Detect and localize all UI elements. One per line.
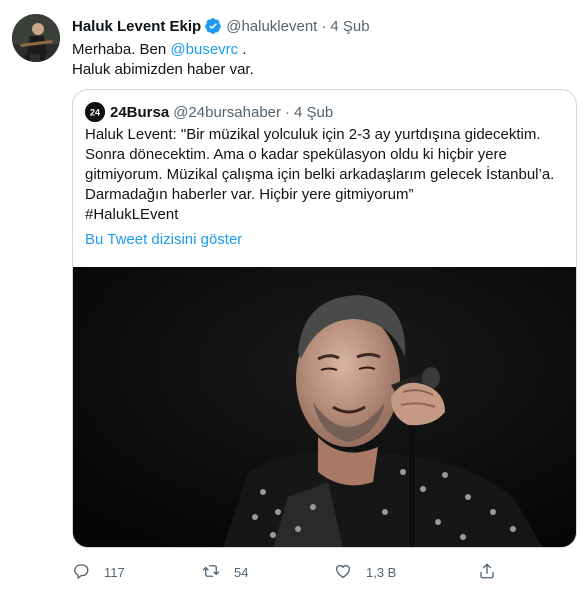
quoted-photo[interactable] — [73, 267, 576, 547]
hashtag[interactable]: #HalukLEvent — [85, 205, 570, 225]
tweet-text-line-2: Haluk abimizden haber var. — [72, 61, 254, 78]
action-bar: 117 54 1,3 B — [72, 562, 572, 582]
author-avatar[interactable] — [12, 14, 60, 62]
quoted-author-handle[interactable]: @24bursahaber — [173, 104, 281, 121]
tweet-text: Merhaba. Ben @busevrc . Haluk abimizden … — [72, 40, 572, 80]
mention-link[interactable]: @busevrc — [170, 41, 238, 58]
quoted-date[interactable]: 4 Şub — [294, 104, 333, 121]
quoted-avatar[interactable]: 24 — [85, 102, 105, 122]
quoted-author-name[interactable]: 24Bursa — [110, 104, 169, 121]
tweet-text-line-1: Merhaba. Ben @busevrc . — [72, 40, 572, 60]
like-count: 1,3 B — [366, 564, 397, 580]
retweet-icon — [202, 562, 220, 583]
heart-icon — [334, 562, 352, 583]
quoted-tweet-text: Haluk Levent: "Bir müzikal yolculuk için… — [85, 125, 570, 225]
author-name[interactable]: Haluk Levent Ekip — [72, 18, 201, 35]
quoted-text-line: gitmiyorum. Müzikal çalışma için belki a… — [85, 166, 555, 183]
retweet-button[interactable]: 54 — [202, 562, 248, 582]
separator-dot: · — [321, 17, 327, 35]
share-button[interactable] — [478, 562, 496, 582]
tweet: Haluk Levent Ekip @haluklevent · 4 Şub M… — [0, 0, 586, 590]
like-button[interactable]: 1,3 B — [334, 562, 396, 582]
share-icon — [478, 562, 496, 583]
tweet-text-prefix: Merhaba. Ben — [72, 41, 171, 58]
svg-text:24: 24 — [90, 108, 100, 118]
tweet-date[interactable]: 4 Şub — [330, 18, 369, 35]
quoted-separator-dot: · — [285, 103, 291, 121]
tweet-text-suffix: . — [238, 41, 247, 58]
author-handle[interactable]: @haluklevent — [226, 18, 317, 35]
quoted-text-line: Haluk Levent: "Bir müzikal yolculuk için… — [85, 126, 541, 143]
verified-badge-icon — [204, 17, 222, 35]
reply-button[interactable]: 117 — [72, 562, 125, 582]
reply-count: 117 — [104, 564, 125, 580]
quoted-tweet[interactable]: 24 24Bursa @24bursahaber · 4 Şub Haluk L… — [72, 89, 577, 548]
retweet-count: 54 — [234, 564, 249, 580]
quoted-tweet-header: 24 24Bursa @24bursahaber · 4 Şub — [85, 102, 333, 122]
quoted-text-line: Darmadağın haberler var. Hiçbir yere git… — [85, 186, 414, 203]
reply-icon — [72, 562, 90, 583]
tweet-header: Haluk Levent Ekip @haluklevent · 4 Şub — [72, 16, 370, 36]
quoted-text-line: Sonra dönecektim. Ama o kadar spekülasyo… — [85, 146, 507, 163]
show-thread-link[interactable]: Bu Tweet dizisini göster — [85, 231, 242, 248]
